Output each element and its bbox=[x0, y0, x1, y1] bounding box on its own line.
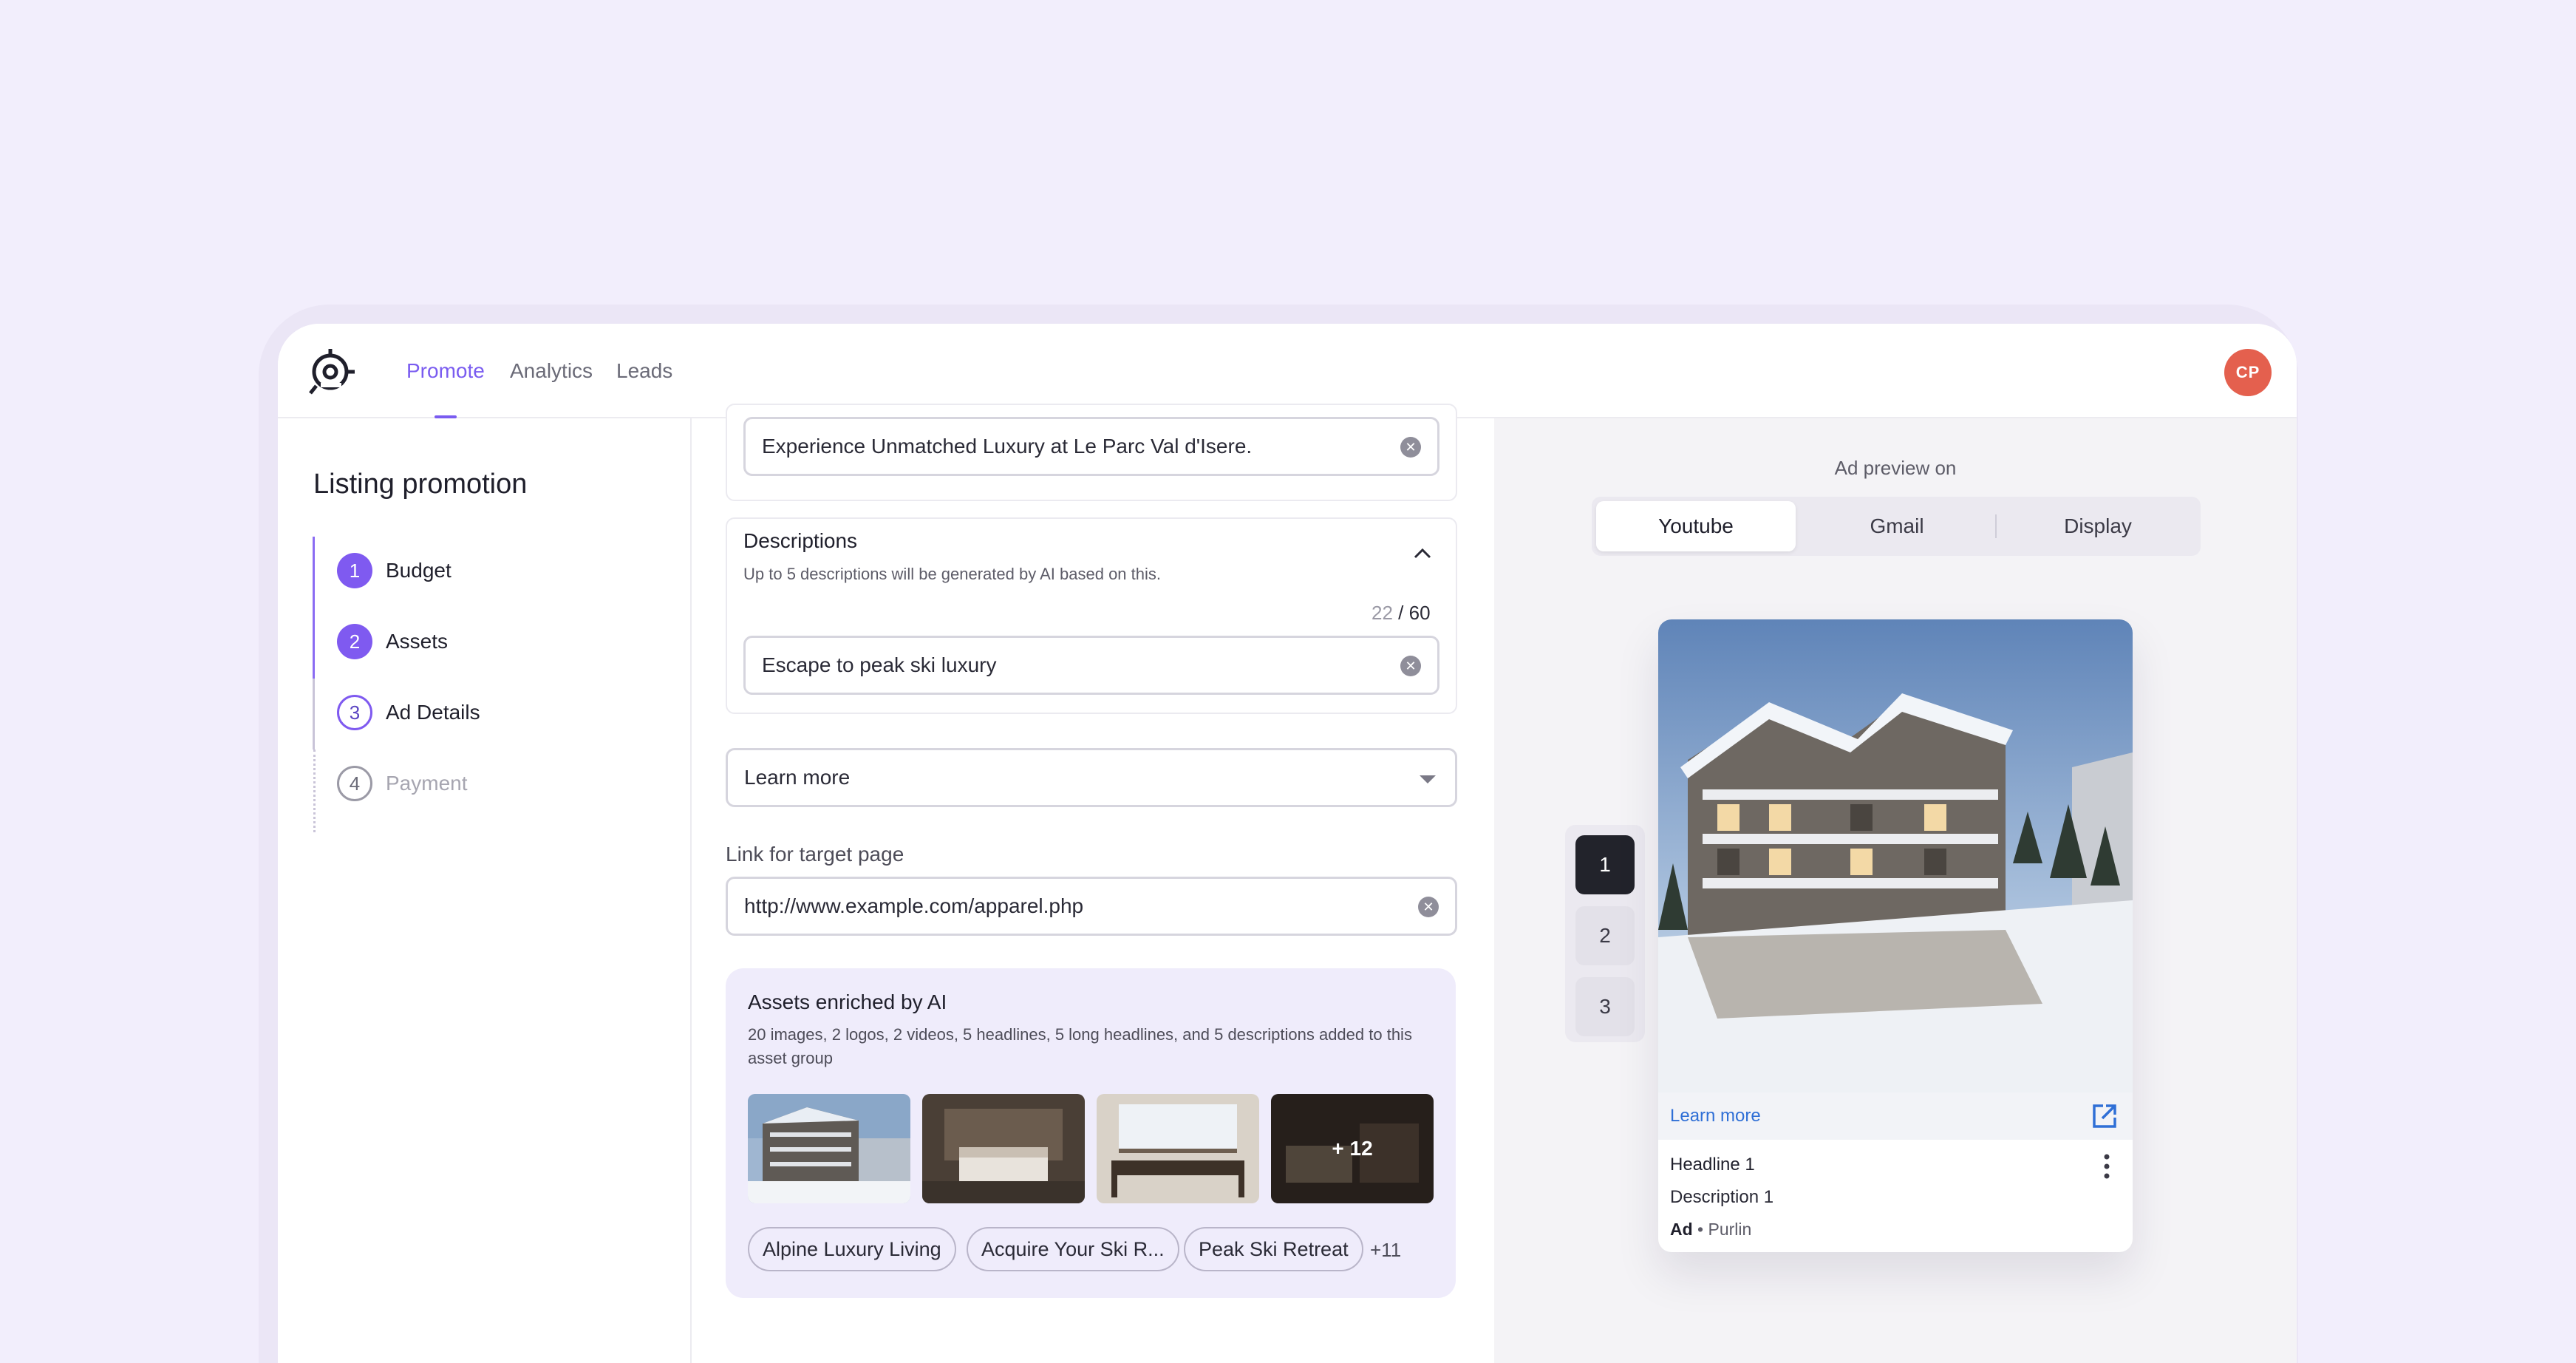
headline-input[interactable]: Experience Unmatched Luxury at Le Parc V… bbox=[743, 417, 1439, 476]
app-window: Promote Analytics Leads CP Listing promo… bbox=[278, 324, 2297, 1363]
clear-icon[interactable]: ✕ bbox=[1418, 897, 1439, 917]
asset-image[interactable] bbox=[922, 1094, 1085, 1203]
link-value: http://www.example.com/apparel.php bbox=[744, 894, 1084, 917]
ai-assets-title: Assets enriched by AI bbox=[748, 990, 947, 1013]
step-progress-line bbox=[313, 679, 315, 750]
headline-card: Experience Unmatched Luxury at Le Parc V… bbox=[726, 404, 1457, 501]
tab-display[interactable]: Display bbox=[1998, 501, 2198, 551]
more-options-icon[interactable] bbox=[2103, 1153, 2110, 1180]
step-label: Payment bbox=[386, 772, 468, 795]
ad-description: Description 1 bbox=[1670, 1187, 1774, 1207]
ai-assets-card: Assets enriched by AI 20 images, 2 logos… bbox=[726, 968, 1456, 1298]
nav-promote[interactable]: Promote bbox=[406, 359, 485, 383]
step-label: Assets bbox=[386, 630, 449, 653]
pager-page-1[interactable]: 1 bbox=[1575, 835, 1635, 894]
sidebar-title: Listing promotion bbox=[313, 469, 528, 500]
ad-separator: • bbox=[1692, 1220, 1708, 1239]
descriptions-subtitle: Up to 5 descriptions will be generated b… bbox=[743, 565, 1162, 583]
caret-down-icon bbox=[1420, 775, 1436, 784]
ad-meta: Ad • Purlin bbox=[1670, 1220, 1751, 1240]
clear-icon[interactable]: ✕ bbox=[1400, 437, 1421, 458]
link-label: Link for target page bbox=[726, 843, 904, 866]
external-link-icon[interactable] bbox=[2090, 1101, 2119, 1131]
ad-preview-panel: Ad preview on Youtube Gmail Display 1 2 … bbox=[1494, 418, 2297, 1363]
ad-image bbox=[1658, 619, 2133, 1092]
logo-icon[interactable] bbox=[306, 346, 358, 398]
asset-image[interactable] bbox=[748, 1094, 910, 1203]
tab-divider bbox=[1995, 514, 1997, 538]
ad-badge: Ad bbox=[1670, 1220, 1693, 1239]
chevron-up-icon[interactable] bbox=[1411, 543, 1434, 565]
cta-select[interactable]: Learn more bbox=[726, 748, 1457, 807]
tab-youtube[interactable]: Youtube bbox=[1596, 501, 1796, 551]
step-number: 2 bbox=[337, 624, 372, 659]
clear-icon[interactable]: ✕ bbox=[1400, 656, 1421, 676]
step-label: Ad Details bbox=[386, 701, 480, 724]
step-number: 3 bbox=[337, 695, 372, 730]
asset-image[interactable] bbox=[1097, 1094, 1259, 1203]
ad-advertiser: Purlin bbox=[1708, 1220, 1752, 1239]
nav-leads[interactable]: Leads bbox=[616, 359, 672, 383]
descriptions-card: Descriptions Up to 5 descriptions will b… bbox=[726, 517, 1457, 714]
preview-heading: Ad preview on bbox=[1834, 457, 1957, 479]
headline-chip[interactable]: Acquire Your Ski R... bbox=[967, 1227, 1179, 1271]
step-budget[interactable]: 1 Budget bbox=[337, 553, 452, 588]
step-label: Budget bbox=[386, 559, 452, 582]
step-payment[interactable]: 4 Payment bbox=[337, 766, 468, 801]
headline-chip[interactable]: Peak Ski Retreat bbox=[1184, 1227, 1363, 1271]
cta-select-value: Learn more bbox=[744, 766, 851, 789]
headline-chip[interactable]: Alpine Luxury Living bbox=[748, 1227, 956, 1271]
preview-platform-tabs: Youtube Gmail Display bbox=[1592, 497, 2201, 556]
descriptions-title: Descriptions bbox=[743, 529, 858, 552]
ad-preview-card: Learn more Headline 1 Description 1 Ad •… bbox=[1658, 619, 2133, 1252]
step-ad-details[interactable]: 3 Ad Details bbox=[337, 695, 480, 730]
link-input[interactable]: http://www.example.com/apparel.php ✕ bbox=[726, 877, 1457, 936]
avatar[interactable]: CP bbox=[2224, 349, 2272, 396]
nav-analytics[interactable]: Analytics bbox=[510, 359, 593, 383]
character-counter: 22 / 60 bbox=[1372, 602, 1431, 624]
ad-cta-bar[interactable]: Learn more bbox=[1658, 1092, 2133, 1140]
step-progress-line bbox=[313, 537, 315, 679]
assets-form: Experience Unmatched Luxury at Le Parc V… bbox=[693, 404, 1494, 1363]
tab-gmail[interactable]: Gmail bbox=[1797, 501, 1997, 551]
ad-headline: Headline 1 bbox=[1670, 1155, 1755, 1175]
ad-learn-more-link[interactable]: Learn more bbox=[1670, 1106, 1761, 1126]
step-number: 4 bbox=[337, 766, 372, 801]
step-assets[interactable]: 2 Assets bbox=[337, 624, 448, 659]
pager-page-2[interactable]: 2 bbox=[1575, 906, 1635, 965]
step-number: 1 bbox=[337, 553, 372, 588]
asset-image-more[interactable]: + 12 bbox=[1271, 1094, 1434, 1203]
step-progress-line-pending bbox=[313, 750, 316, 832]
description-value: Escape to peak ski luxury bbox=[762, 653, 997, 676]
more-chips-count[interactable]: +11 bbox=[1370, 1239, 1401, 1262]
sidebar: Listing promotion 1 Budget 2 Assets 3 Ad… bbox=[278, 418, 692, 1363]
more-images-count: + 12 bbox=[1271, 1094, 1434, 1203]
preview-pager: 1 2 3 bbox=[1565, 825, 1645, 1042]
ai-assets-subtitle: 20 images, 2 logos, 2 videos, 5 headline… bbox=[748, 1025, 1412, 1067]
description-input[interactable]: Escape to peak ski luxury ✕ bbox=[743, 636, 1439, 695]
pager-page-3[interactable]: 3 bbox=[1575, 977, 1635, 1036]
headline-value: Experience Unmatched Luxury at Le Parc V… bbox=[762, 435, 1253, 458]
